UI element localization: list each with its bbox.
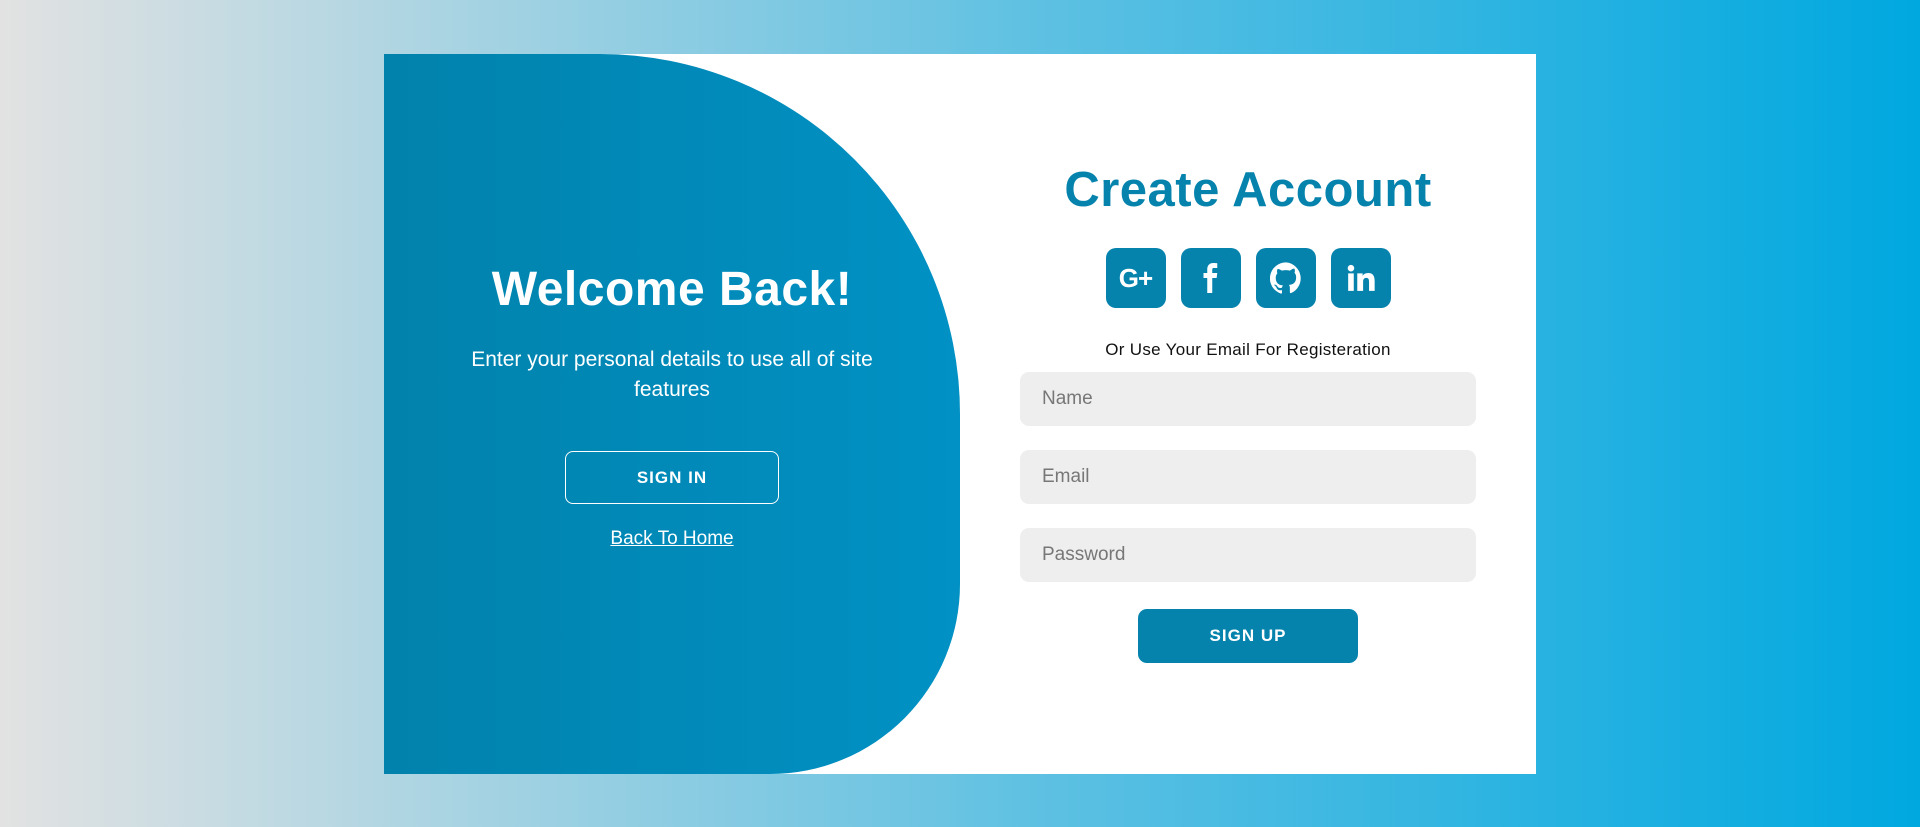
linkedin-button[interactable] (1330, 248, 1391, 308)
google-plus-button[interactable]: G+ (1105, 248, 1166, 308)
email-registration-hint: Or Use Your Email For Registeration (1105, 340, 1391, 359)
social-buttons: G+ (1105, 248, 1391, 308)
github-button[interactable] (1255, 248, 1316, 308)
welcome-text: Enter your personal details to use all o… (471, 348, 873, 401)
auth-card: Welcome Back! Enter your personal detail… (384, 54, 1536, 774)
name-input[interactable] (1020, 372, 1476, 426)
facebook-icon (1203, 263, 1217, 293)
linkedin-icon (1347, 264, 1375, 291)
email-input[interactable] (1020, 450, 1476, 504)
facebook-button[interactable] (1180, 248, 1241, 308)
register-panel: Create Account G+ Or Use Your Email For … (960, 54, 1536, 774)
back-to-home-link[interactable]: Back To Home (610, 528, 733, 550)
sign-in-button[interactable]: SIGN IN (565, 451, 779, 504)
welcome-title: Welcome Back! (491, 263, 853, 316)
sign-up-button[interactable]: SIGN UP (1138, 609, 1358, 663)
create-account-title: Create Account (1064, 163, 1432, 217)
welcome-panel: Welcome Back! Enter your personal detail… (384, 54, 960, 774)
google-plus-icon: G+ (1118, 262, 1153, 293)
github-icon (1269, 262, 1301, 294)
password-input[interactable] (1020, 528, 1476, 582)
